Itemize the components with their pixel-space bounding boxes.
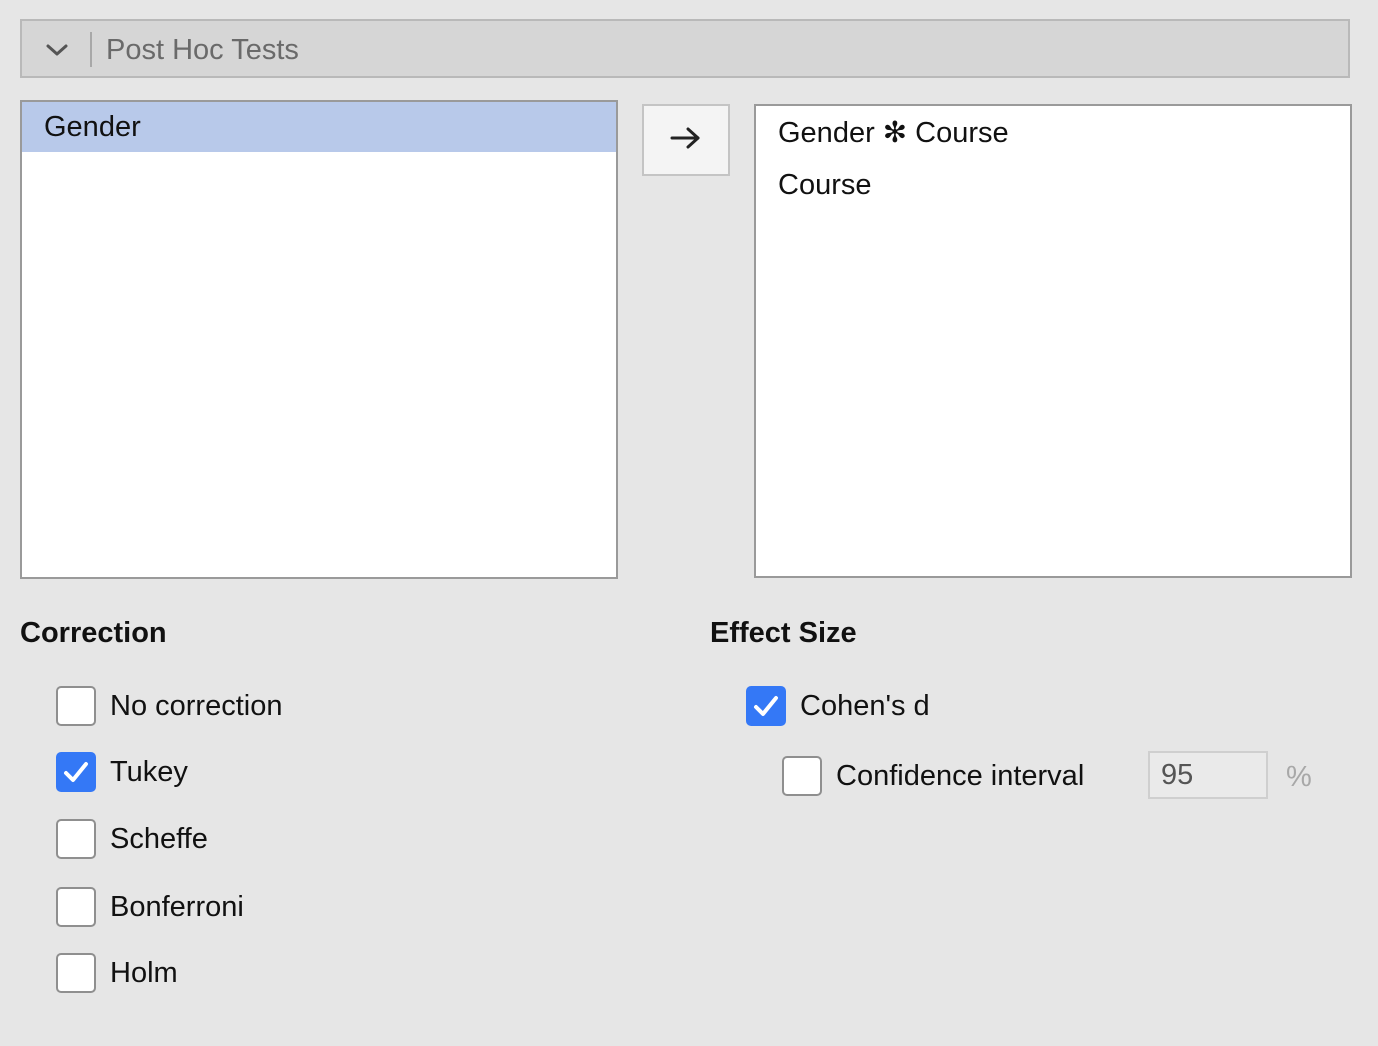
confidence-level-input[interactable]: 95 bbox=[1148, 751, 1268, 799]
bonferroni-label: Bonferroni bbox=[110, 891, 244, 923]
tukey-option[interactable]: Tukey bbox=[56, 750, 188, 794]
percent-unit-label: % bbox=[1286, 761, 1312, 793]
cohens-d-label: Cohen's d bbox=[800, 690, 930, 722]
effect-size-heading: Effect Size bbox=[710, 617, 857, 649]
tukey-label: Tukey bbox=[110, 756, 188, 788]
scheffe-checkbox[interactable] bbox=[56, 819, 96, 859]
scheffe-label: Scheffe bbox=[110, 823, 208, 855]
bonferroni-option[interactable]: Bonferroni bbox=[56, 885, 244, 929]
list-item-course[interactable]: Course bbox=[756, 158, 1350, 210]
move-to-target-button[interactable] bbox=[642, 104, 730, 176]
no-correction-checkbox[interactable] bbox=[56, 686, 96, 726]
holm-checkbox[interactable] bbox=[56, 953, 96, 993]
cohens-d-option[interactable]: Cohen's d bbox=[746, 684, 930, 728]
confidence-interval-label: Confidence interval bbox=[836, 760, 1085, 792]
chevron-down-icon[interactable] bbox=[44, 41, 70, 59]
arrow-right-icon bbox=[669, 126, 703, 155]
panel-title: Post Hoc Tests bbox=[106, 34, 299, 66]
bonferroni-checkbox[interactable] bbox=[56, 887, 96, 927]
cohens-d-checkbox[interactable] bbox=[746, 686, 786, 726]
correction-heading: Correction bbox=[20, 617, 167, 649]
selected-terms-list[interactable]: Gender ✻ Course Course bbox=[754, 104, 1352, 578]
post-hoc-tests-header[interactable]: Post Hoc Tests bbox=[20, 19, 1350, 78]
no-correction-label: No correction bbox=[110, 690, 283, 722]
available-factors-list[interactable]: Gender bbox=[20, 100, 618, 579]
confidence-interval-option[interactable]: Confidence interval bbox=[782, 754, 1084, 798]
list-item-gender[interactable]: Gender bbox=[22, 102, 616, 152]
no-correction-option[interactable]: No correction bbox=[56, 684, 282, 728]
holm-option[interactable]: Holm bbox=[56, 951, 178, 995]
confidence-interval-checkbox[interactable] bbox=[782, 756, 822, 796]
holm-label: Holm bbox=[110, 957, 178, 989]
list-item-gender-course[interactable]: Gender ✻ Course bbox=[756, 106, 1350, 158]
tukey-checkbox[interactable] bbox=[56, 752, 96, 792]
scheffe-option[interactable]: Scheffe bbox=[56, 817, 208, 861]
header-divider bbox=[90, 32, 92, 67]
